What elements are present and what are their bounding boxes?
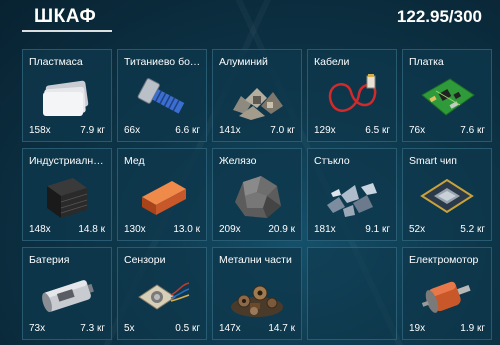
item-quantity: 130x: [124, 224, 146, 235]
page-title: ШКАФ: [34, 6, 97, 27]
item-weight: 20.9 к: [268, 224, 295, 235]
item-name: Сензори: [124, 254, 166, 266]
item-name: Метални части: [219, 254, 292, 266]
glass-shards-icon: [321, 175, 383, 219]
item-weight: 6.5 кг: [365, 125, 390, 136]
industrial-rubber-icon: [39, 172, 95, 222]
item-name: Пластмаса: [29, 56, 83, 68]
inventory-slot-empty[interactable]: [307, 247, 397, 340]
item-name: Титаниево болт...: [124, 56, 202, 68]
sensor-icon: [131, 273, 193, 319]
item-name: Батерия: [29, 254, 70, 266]
electric-motor-icon: [417, 272, 477, 320]
inventory-header: ШКАФ 122.95/300: [0, 0, 500, 32]
item-quantity: 73x: [29, 323, 46, 334]
inventory-slot-electric-motor[interactable]: Електромотор 19x 1.9 кг: [402, 247, 492, 340]
inventory-slot-cables[interactable]: Кабели 129x 6.5 кг: [307, 49, 397, 142]
item-quantity: 158x: [29, 125, 51, 136]
item-weight: 5.2 кг: [460, 224, 485, 235]
metal-parts-icon: [226, 273, 288, 319]
item-quantity: 141x: [219, 125, 241, 136]
circuit-board-icon: [416, 75, 478, 121]
inventory-slot-smart-chip[interactable]: Smart чип 52x 5.2 кг: [402, 148, 492, 241]
item-name: Алуминий: [219, 56, 268, 68]
inventory-slot-circuit-board[interactable]: Платка 76x 7.6 кг: [402, 49, 492, 142]
inventory-slot-iron[interactable]: Желязо 209x 20.9 к: [212, 148, 302, 241]
item-quantity: 148x: [29, 224, 51, 235]
item-quantity: 129x: [314, 125, 336, 136]
inventory-slot-sensors[interactable]: Сензори 5x 0.5 кг: [117, 247, 207, 340]
item-quantity: 181x: [314, 224, 336, 235]
item-weight: 0.5 кг: [175, 323, 200, 334]
inventory-slot-battery[interactable]: Батерия 73x 7.3 кг: [22, 247, 112, 340]
item-quantity: 19x: [409, 323, 426, 334]
item-name: Индустриална г...: [29, 155, 107, 167]
item-weight: 7.3 кг: [80, 323, 105, 334]
item-weight: 13.0 к: [173, 224, 200, 235]
item-name: Стъкло: [314, 155, 350, 167]
item-quantity: 76x: [409, 125, 426, 136]
item-quantity: 147x: [219, 323, 241, 334]
capacity-counter: 122.95/300: [396, 7, 482, 26]
item-weight: 14.8 к: [78, 224, 105, 235]
item-weight: 7.9 кг: [80, 125, 105, 136]
inventory-slot-titanium-bolts[interactable]: Титаниево болт... 66x 6.6 кг: [117, 49, 207, 142]
item-name: Електромотор: [409, 254, 479, 266]
inventory-slot-plastic[interactable]: Пластмаса 158x 7.9 кг: [22, 49, 112, 142]
item-quantity: 209x: [219, 224, 241, 235]
item-quantity: 5x: [124, 323, 135, 334]
battery-icon: [36, 274, 98, 318]
item-weight: 1.9 кг: [460, 323, 485, 334]
item-name: Платка: [409, 56, 444, 68]
item-name: Smart чип: [409, 155, 457, 167]
item-quantity: 52x: [409, 224, 426, 235]
inventory-slot-glass[interactable]: Стъкло 181x 9.1 кг: [307, 148, 397, 241]
inventory-slot-metal-parts[interactable]: Метални части 147x 14.7 к: [212, 247, 302, 340]
smart-chip-icon: [416, 174, 478, 220]
item-name: Желязо: [219, 155, 257, 167]
item-quantity: 66x: [124, 125, 141, 136]
item-weight: 7.0 кг: [270, 125, 295, 136]
item-weight: 9.1 кг: [365, 224, 390, 235]
cable-icon: [321, 74, 383, 122]
inventory-slot-industrial-rubber[interactable]: Индустриална г... 148x 14.8 к: [22, 148, 112, 241]
item-weight: 6.6 кг: [175, 125, 200, 136]
item-name: Мед: [124, 155, 145, 167]
item-weight: 7.6 кг: [460, 125, 485, 136]
item-name: Кабели: [314, 56, 350, 68]
plastic-sheets-icon: [37, 77, 97, 119]
titanium-bolt-icon: [132, 75, 192, 121]
title-underline: [22, 30, 112, 32]
item-weight: 14.7 к: [268, 323, 295, 334]
inventory-slot-aluminum[interactable]: Алуминий 141x 7.0 кг: [212, 49, 302, 142]
aluminum-scrap-icon: [227, 76, 287, 120]
copper-ingot-icon: [132, 175, 192, 219]
inventory-slot-copper[interactable]: Мед 130x 13.0 к: [117, 148, 207, 241]
iron-ore-icon: [227, 172, 287, 222]
inventory-grid: Пластмаса 158x 7.9 кг Титаниево болт...: [22, 49, 492, 340]
